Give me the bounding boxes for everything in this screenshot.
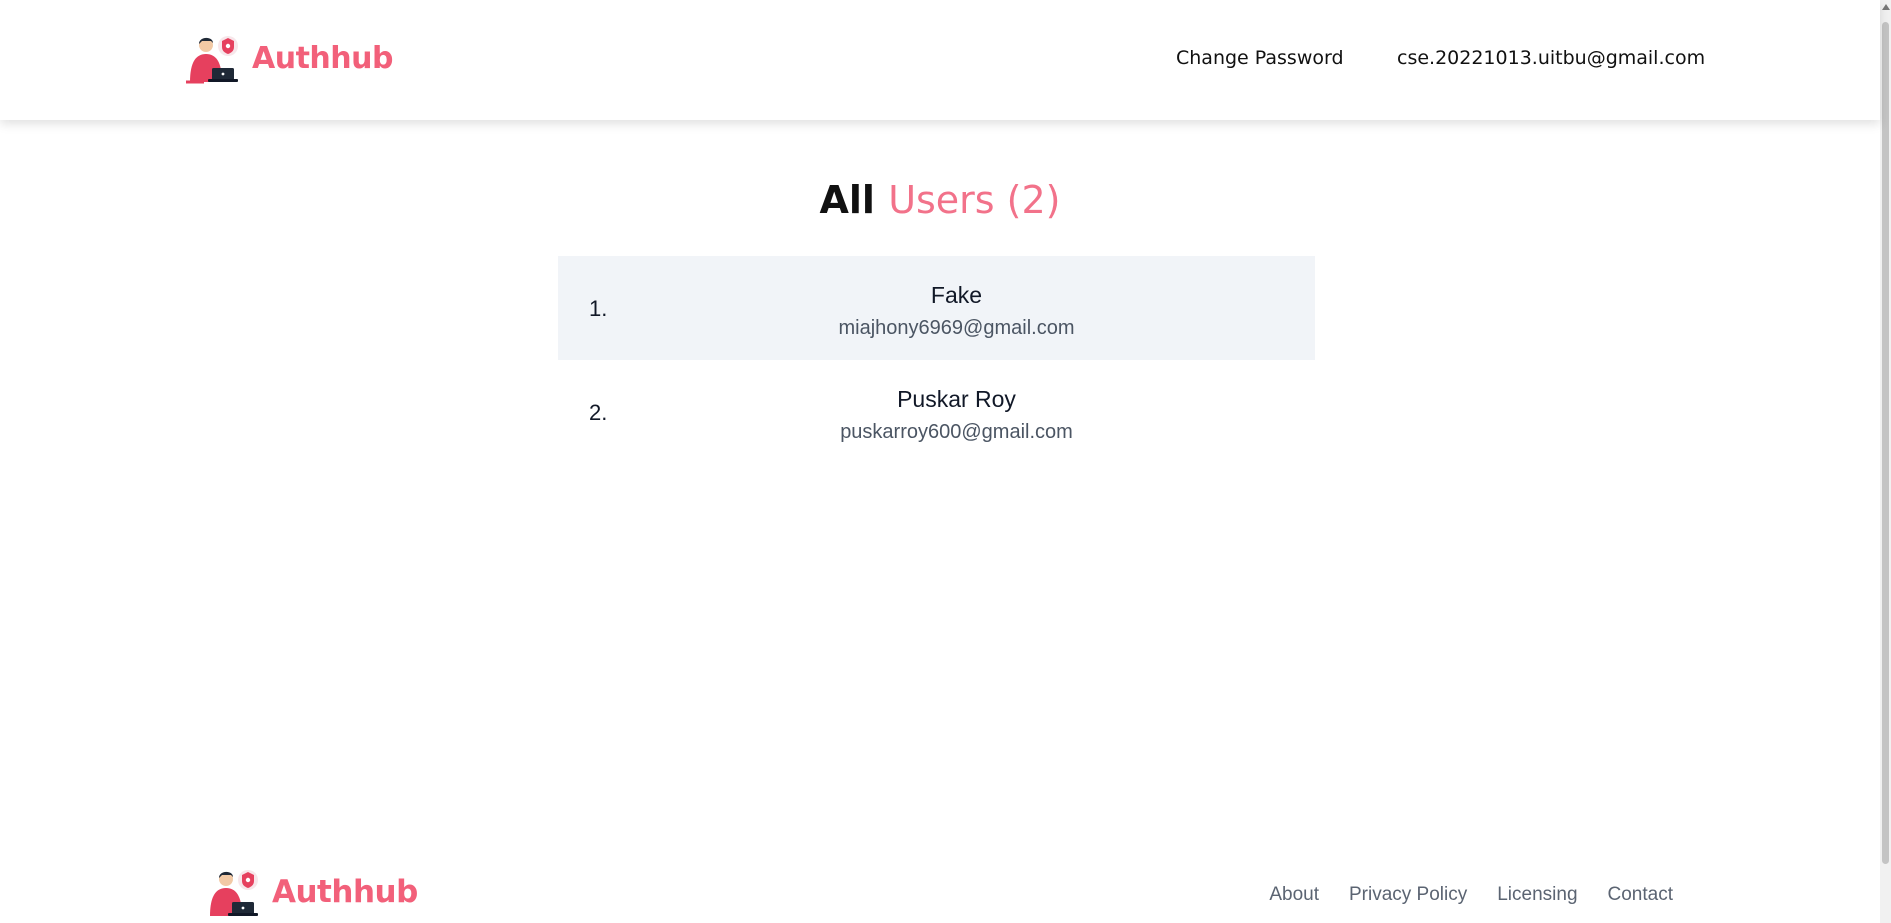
footer-brand-name: Authhub (272, 874, 418, 910)
user-list: 1. Fake miajhony6969@gmail.com 2. Puskar… (558, 256, 1315, 464)
account-email-link[interactable]: cse.20221013.uitbu@gmail.com (1397, 47, 1705, 69)
brand-name: Authhub (252, 40, 393, 76)
user-email: puskarroy600@gmail.com (840, 421, 1073, 443)
footer-link-privacy-policy[interactable]: Privacy Policy (1349, 884, 1467, 906)
page-title: All Users (2) (0, 178, 1880, 222)
person-with-laptop-shield-icon (210, 870, 258, 916)
user-row[interactable]: 1. Fake miajhony6969@gmail.com (558, 256, 1315, 360)
footer-link-about[interactable]: About (1269, 884, 1319, 906)
brand-logo-link[interactable]: Authhub (178, 32, 393, 84)
person-with-laptop-shield-icon (186, 36, 238, 84)
user-name: Puskar Roy (897, 386, 1016, 412)
user-info: Puskar Roy puskarroy600@gmail.com (558, 386, 1315, 444)
footer-link-licensing[interactable]: Licensing (1497, 884, 1577, 906)
user-name: Fake (930, 282, 983, 308)
scroll-up-arrow-icon[interactable] (1882, 4, 1890, 10)
vertical-scrollbar[interactable] (1880, 0, 1891, 923)
footer-link-contact[interactable]: Contact (1608, 884, 1673, 906)
scrollbar-thumb[interactable] (1882, 22, 1889, 864)
footer-brand-logo-link[interactable]: Authhub (198, 866, 418, 918)
user-row[interactable]: 2. Puskar Roy puskarroy600@gmail.com (558, 360, 1315, 464)
user-email: miajhony6969@gmail.com (838, 317, 1075, 339)
change-password-link[interactable]: Change Password (1176, 47, 1344, 69)
top-navbar: Authhub Change Password cse.20221013.uit… (0, 0, 1880, 120)
user-info: Fake miajhony6969@gmail.com (558, 282, 1315, 340)
page-title-prefix: All (819, 178, 875, 222)
footer-nav: About Privacy Policy Licensing Contact (1269, 884, 1673, 906)
page-title-count: Users (2) (888, 178, 1061, 222)
